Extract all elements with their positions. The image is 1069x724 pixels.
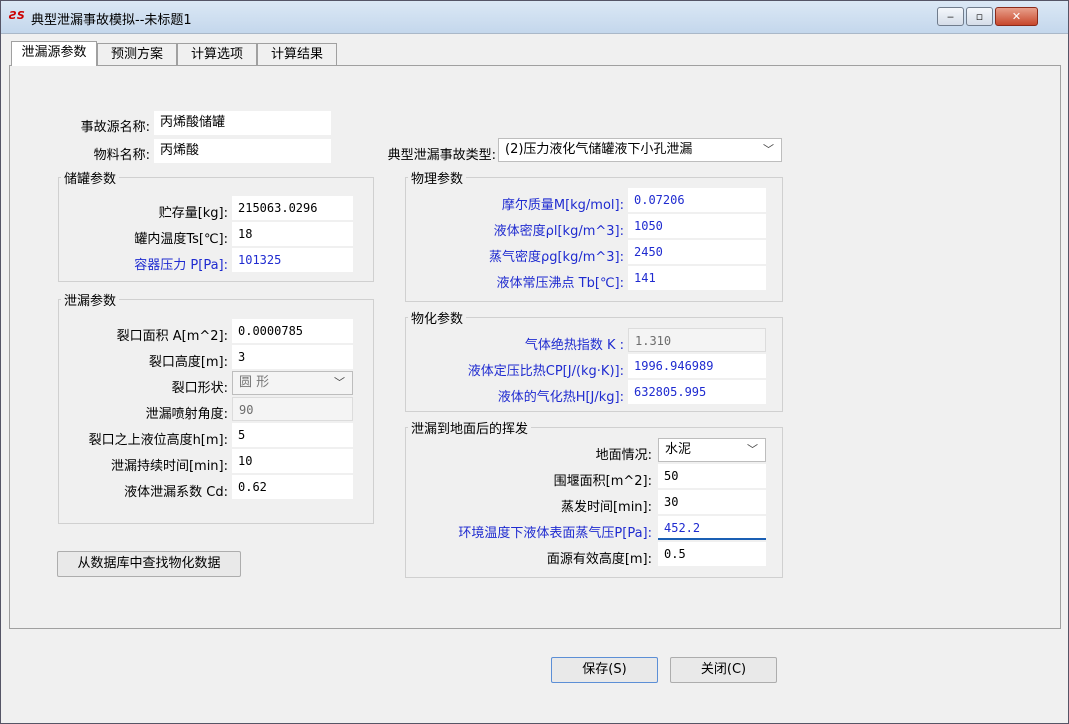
physical-params-legend: 物理参数: [411, 172, 464, 187]
crack-area-input[interactable]: 0.0000785: [232, 319, 353, 343]
chemical-params-legend: 物化参数: [411, 312, 464, 327]
crack-height-label: 裂口高度[m]:: [148, 355, 228, 370]
tab-leak-source[interactable]: 泄漏源参数: [11, 41, 97, 66]
liquid-level-label: 裂口之上液位高度h[m]:: [88, 433, 228, 448]
jet-angle-label: 泄漏喷射角度:: [145, 407, 228, 422]
molar-mass-input[interactable]: 0.07206: [628, 188, 766, 212]
accident-type-select[interactable]: (2)压力液化气储罐液下小孔泄漏 ﹀: [498, 138, 782, 162]
jet-angle-input[interactable]: 90: [232, 397, 353, 421]
crack-shape-select[interactable]: 圆 形 ﹀: [232, 371, 353, 395]
adiabatic-index-input[interactable]: 1.310: [628, 328, 766, 352]
vapor-density-label: 蒸气密度ρg[kg/m^3]:: [488, 250, 624, 265]
source-height-label: 面源有效高度[m]:: [546, 552, 652, 567]
tab-scenario[interactable]: 预测方案: [97, 43, 177, 65]
storage-input[interactable]: 215063.0296: [232, 196, 353, 220]
maximize-button[interactable]: ▫: [966, 7, 993, 26]
leak-duration-label: 泄漏持续时间[min]:: [110, 459, 228, 474]
accident-type-value: (2)压力液化气储罐液下小孔泄漏: [505, 142, 693, 157]
material-name-input[interactable]: 丙烯酸: [154, 139, 331, 163]
ground-evaporation-legend: 泄漏到地面后的挥发: [411, 422, 529, 437]
source-name-input[interactable]: 丙烯酸储罐: [154, 111, 331, 135]
vaporization-heat-label: 液体的气化热H[J/kg]:: [497, 390, 624, 405]
tank-pressure-label: 容器压力 P[Pa]:: [134, 258, 228, 273]
ground-condition-select[interactable]: 水泥 ﹀: [658, 438, 766, 462]
window-title: 典型泄漏事故模拟--未标题1: [31, 13, 192, 28]
tab-calc-results[interactable]: 计算结果: [257, 43, 337, 65]
crack-area-label: 裂口面积 A[m^2]:: [116, 329, 228, 344]
crack-shape-value: 圆 形: [239, 375, 270, 390]
minimize-icon: ‒: [947, 10, 954, 23]
save-button[interactable]: 保存(S): [551, 657, 658, 683]
leak-coef-label: 液体泄漏系数 Cd:: [124, 485, 228, 500]
adiabatic-index-label: 气体绝热指数 K :: [524, 338, 624, 353]
close-icon: ✕: [1011, 10, 1022, 23]
tank-temp-input[interactable]: 18: [232, 222, 353, 246]
main-window: ƧS 典型泄漏事故模拟--未标题1 ‒ ▫ ✕ 泄漏源参数 预测方案 计算选项 …: [0, 0, 1069, 724]
source-name-label: 事故源名称:: [80, 120, 150, 135]
evap-time-input[interactable]: 30: [658, 490, 766, 514]
liquid-density-input[interactable]: 1050: [628, 214, 766, 238]
dialog-footer: 保存(S) 关闭(C): [9, 633, 1061, 721]
dike-area-label: 围堰面积[m^2]:: [553, 474, 652, 489]
boiling-point-input[interactable]: 141: [628, 266, 766, 290]
tank-pressure-input[interactable]: 101325: [232, 248, 353, 272]
chevron-down-icon: ﹀: [334, 376, 345, 389]
material-name-label: 物料名称:: [93, 148, 150, 163]
crack-height-input[interactable]: 3: [232, 345, 353, 369]
close-window-button[interactable]: ✕: [995, 7, 1038, 26]
tank-temp-label: 罐内温度Ts[℃]:: [134, 232, 228, 247]
liquid-level-input[interactable]: 5: [232, 423, 353, 447]
specific-heat-input[interactable]: 1996.946989: [628, 354, 766, 378]
ground-condition-label: 地面情况:: [595, 448, 652, 463]
leak-params-legend: 泄漏参数: [64, 294, 117, 309]
vapor-pressure-label: 环境温度下液体表面蒸气压P[Pa]:: [458, 526, 652, 541]
vaporization-heat-input[interactable]: 632805.995: [628, 380, 766, 404]
maximize-icon: ▫: [975, 10, 984, 23]
accident-type-label: 典型泄漏事故类型:: [387, 148, 496, 163]
specific-heat-label: 液体定压比热CP[J/(kg·K)]:: [467, 364, 624, 379]
tab-calc-options[interactable]: 计算选项: [177, 43, 257, 65]
vapor-pressure-input[interactable]: 452.2: [658, 516, 766, 540]
liquid-density-label: 液体密度ρl[kg/m^3]:: [493, 224, 624, 239]
title-bar: ƧS 典型泄漏事故模拟--未标题1 ‒ ▫ ✕: [1, 1, 1068, 34]
close-button[interactable]: 关闭(C): [670, 657, 777, 683]
vapor-density-input[interactable]: 2450: [628, 240, 766, 264]
ground-condition-value: 水泥: [665, 442, 692, 457]
crack-shape-label: 裂口形状:: [171, 381, 228, 396]
chevron-down-icon: ﹀: [747, 443, 758, 456]
boiling-point-label: 液体常压沸点 Tb[℃]:: [496, 276, 624, 291]
storage-label: 贮存量[kg]:: [158, 206, 228, 221]
chevron-down-icon: ﹀: [763, 143, 774, 156]
app-logo-icon: ƧS: [9, 9, 25, 22]
leak-duration-input[interactable]: 10: [232, 449, 353, 473]
lookup-database-button[interactable]: 从数据库中查找物化数据: [57, 551, 241, 577]
molar-mass-label: 摩尔质量M[kg/mol]:: [501, 198, 624, 213]
tank-params-legend: 储罐参数: [64, 172, 117, 187]
minimize-button[interactable]: ‒: [937, 7, 964, 26]
tab-page-leak-source: 事故源名称: 丙烯酸储罐 物料名称: 丙烯酸 典型泄漏事故类型: (2)压力液化…: [9, 65, 1061, 629]
source-height-input[interactable]: 0.5: [658, 542, 766, 566]
dike-area-input[interactable]: 50: [658, 464, 766, 488]
evap-time-label: 蒸发时间[min]:: [560, 500, 652, 515]
leak-coef-input[interactable]: 0.62: [232, 475, 353, 499]
